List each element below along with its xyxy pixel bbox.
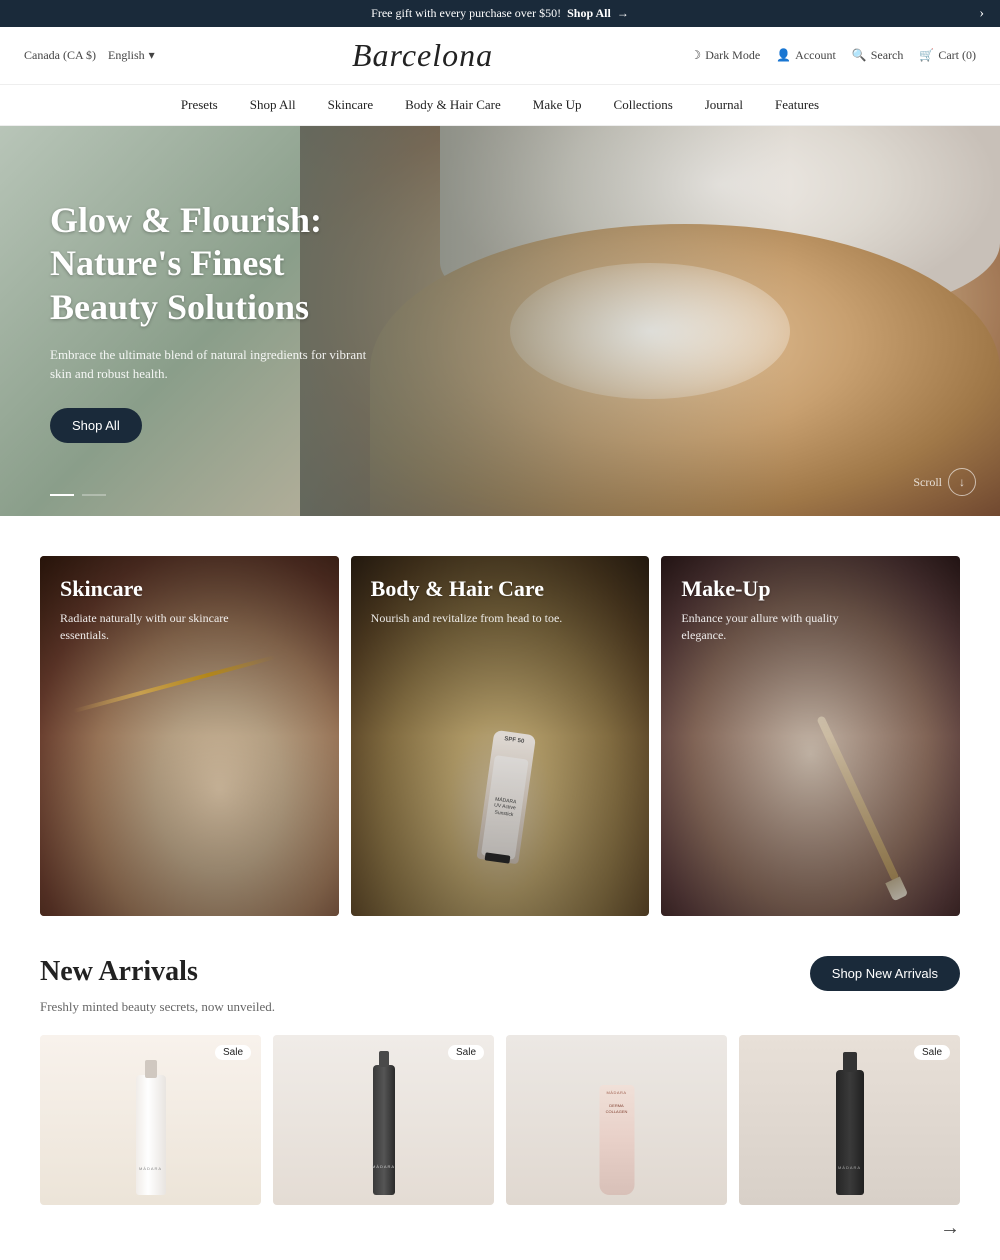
dark-mode-label: Dark Mode [705, 48, 760, 63]
new-arrivals-subtitle: Freshly minted beauty secrets, now unvei… [40, 999, 960, 1015]
language-chevron: ▾ [149, 48, 155, 63]
top-nav-right: ☽ Dark Mode 👤 Account 🔍 Search 🛒 Cart (0… [690, 48, 976, 63]
nav-features[interactable]: Features [775, 97, 819, 113]
makeup-card-subtitle: Enhance your allure with quality eleganc… [681, 610, 881, 644]
skincare-card-content: Skincare Radiate naturally with our skin… [60, 576, 260, 644]
shop-new-arrivals-button[interactable]: Shop New Arrivals [810, 956, 960, 991]
announcement-text: Free gift with every purchase over $50! [371, 6, 561, 21]
product-image-2: MÁDARA Sale [273, 1035, 494, 1205]
product-card-4[interactable]: MÁDARA Sale [739, 1035, 960, 1205]
announcement-cta[interactable]: Shop All [567, 6, 611, 21]
product-grid-nav: → [40, 1217, 960, 1260]
top-navigation: Canada (CA $) English ▾ Barcelona ☽ Dark… [0, 27, 1000, 85]
product-bottle-1: MÁDARA [136, 1075, 166, 1195]
tube-shape-3: MÁDARA DERMACOLLAGEN [599, 1085, 634, 1195]
nav-makeup[interactable]: Make Up [533, 97, 582, 113]
nav-presets[interactable]: Presets [181, 97, 218, 113]
scroll-down-icon: ↓ [948, 468, 976, 496]
hero-section: Glow & Flourish: Nature's Finest Beauty … [0, 126, 1000, 516]
product-image-3: MÁDARA DERMACOLLAGEN [506, 1035, 727, 1205]
announcement-link-arrow: → [617, 6, 629, 21]
category-card-makeup[interactable]: Make-Up Enhance your allure with quality… [661, 556, 960, 916]
makeup-card-title: Make-Up [681, 576, 881, 602]
nav-body-hair[interactable]: Body & Hair Care [405, 97, 501, 113]
search-button[interactable]: 🔍 Search [852, 48, 904, 63]
tube-brand-3: MÁDARA [606, 1090, 626, 1095]
nav-skincare[interactable]: Skincare [328, 97, 373, 113]
top-nav-left: Canada (CA $) English ▾ [24, 48, 155, 63]
product-bottle-3: MÁDARA DERMACOLLAGEN [599, 1085, 634, 1195]
category-card-skincare[interactable]: Skincare Radiate naturally with our skin… [40, 556, 339, 916]
product-image-1: MÁDARA Sale [40, 1035, 261, 1205]
account-link[interactable]: 👤 Account [776, 48, 836, 63]
bottle-shape-1: MÁDARA [136, 1075, 166, 1195]
hero-dot-2[interactable] [82, 494, 106, 496]
product-bottle-2: MÁDARA [373, 1065, 395, 1195]
product-card-3[interactable]: MÁDARA DERMACOLLAGEN [506, 1035, 727, 1205]
product-card-2[interactable]: MÁDARA Sale [273, 1035, 494, 1205]
bodycare-card-subtitle: Nourish and revitalize from head to toe. [371, 610, 563, 627]
category-cards-section: Skincare Radiate naturally with our skin… [0, 556, 1000, 916]
cart-icon: 🛒 [919, 48, 934, 63]
search-label: Search [871, 48, 904, 63]
skincare-card-title: Skincare [60, 576, 260, 602]
country-selector[interactable]: Canada (CA $) [24, 48, 96, 63]
nav-shop-all[interactable]: Shop All [250, 97, 296, 113]
new-arrivals-header: New Arrivals Shop New Arrivals [40, 956, 960, 991]
account-label: Account [795, 48, 836, 63]
new-arrivals-title-block: New Arrivals [40, 956, 198, 988]
account-icon: 👤 [776, 48, 791, 63]
section-gap-1 [0, 516, 1000, 556]
main-navigation: Presets Shop All Skincare Body & Hair Ca… [0, 85, 1000, 126]
new-arrivals-section: New Arrivals Shop New Arrivals Freshly m… [0, 956, 1000, 1260]
hero-indicators [50, 494, 106, 496]
hero-content: Glow & Flourish: Nature's Finest Beauty … [0, 159, 420, 483]
hero-subtitle: Embrace the ultimate blend of natural in… [50, 345, 370, 384]
tube-label-3: DERMACOLLAGEN [603, 1103, 630, 1114]
bottle-label-4: MÁDARA [838, 1165, 861, 1170]
hero-title: Glow & Flourish: Nature's Finest Beauty … [50, 199, 370, 329]
search-icon: 🔍 [852, 48, 867, 63]
sale-badge-2: Sale [448, 1045, 484, 1060]
moon-icon: ☽ [690, 48, 701, 63]
bottle-cap-2 [379, 1051, 389, 1067]
language-selector[interactable]: English ▾ [108, 48, 155, 63]
bottle-pump-4 [843, 1052, 857, 1072]
bottle-label-1: MÁDARA [139, 1166, 162, 1171]
scroll-label: Scroll [913, 475, 942, 490]
sale-badge-4: Sale [914, 1045, 950, 1060]
announcement-dismiss[interactable]: › [979, 6, 984, 22]
announcement-bar: Free gift with every purchase over $50! … [0, 0, 1000, 27]
dark-mode-toggle[interactable]: ☽ Dark Mode [690, 48, 760, 63]
cart-button[interactable]: 🛒 Cart (0) [919, 48, 976, 63]
makeup-card-content: Make-Up Enhance your allure with quality… [681, 576, 881, 644]
next-products-arrow[interactable]: → [940, 1217, 960, 1240]
language-label: English [108, 48, 145, 63]
sale-badge-1: Sale [215, 1045, 251, 1060]
hero-cta-button[interactable]: Shop All [50, 408, 142, 443]
product-bottle-4: MÁDARA [836, 1070, 864, 1195]
bodycare-card-content: Body & Hair Care Nourish and revitalize … [371, 576, 563, 627]
new-arrivals-title: New Arrivals [40, 956, 198, 988]
bottle-shape-4: MÁDARA [836, 1070, 864, 1195]
bottle-label-2: MÁDARA [372, 1164, 395, 1169]
product-image-4: MÁDARA Sale [739, 1035, 960, 1205]
hero-dot-1[interactable] [50, 494, 74, 496]
hero-scroll[interactable]: Scroll ↓ [913, 468, 976, 496]
nav-collections[interactable]: Collections [614, 97, 673, 113]
site-logo[interactable]: Barcelona [352, 37, 493, 74]
product-card-1[interactable]: MÁDARA Sale [40, 1035, 261, 1205]
bodycare-card-title: Body & Hair Care [371, 576, 563, 602]
nav-journal[interactable]: Journal [705, 97, 743, 113]
bottle-shape-2: MÁDARA [373, 1065, 395, 1195]
product-grid: MÁDARA Sale MÁDARA Sale [40, 1035, 960, 1205]
cart-label: Cart (0) [938, 48, 976, 63]
skincare-card-subtitle: Radiate naturally with our skincare esse… [60, 610, 260, 644]
category-card-bodycare[interactable]: SPF 50 MÁDARAUV ActiveSunstick Body & Ha… [351, 556, 650, 916]
